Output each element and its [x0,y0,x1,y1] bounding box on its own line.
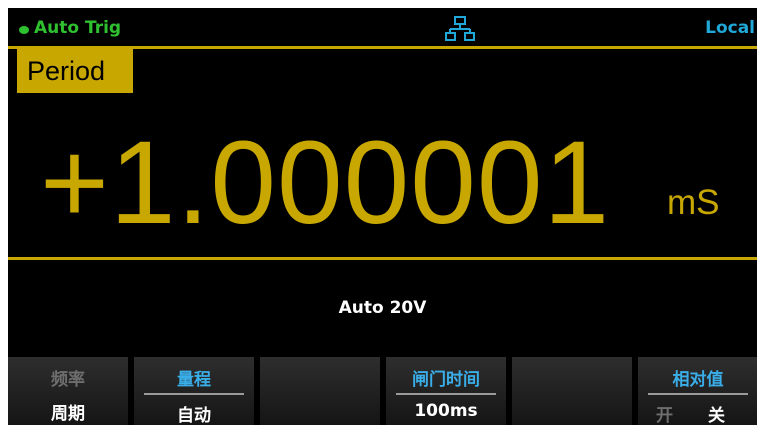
range-info: Auto 20V [338,298,427,318]
softkey-divider [144,393,244,395]
relative-option-on: 开 [656,406,673,425]
softkey-gate-time[interactable]: 闸门时间 100ms [386,357,506,425]
softkey-value: 周期 [51,404,85,424]
softkey-title: 量程 [177,370,211,390]
softkey-relative[interactable]: 相对值 开 关 [638,357,757,425]
instrument-screen: Auto Trig Local Period +1.000001 mS Auto… [8,8,757,425]
softkey-title: 相对值 [672,370,724,390]
softkey-frequency-period[interactable]: 频率 周期 [8,357,128,425]
softkey-value: 100ms [414,401,478,421]
relative-option-off: 关 [708,406,725,425]
softkey-value: 自动 [177,406,211,425]
softkey-divider [396,393,496,395]
network-icon [445,16,475,41]
measurement-unit: mS [667,183,720,222]
softkey-range[interactable]: 量程 自动 [134,357,254,425]
reading-divider [8,257,757,260]
measurement-reading: +1.000001 [40,117,611,249]
softkey-title: 闸门时间 [412,370,480,390]
measurement-function-label: Period [17,49,133,93]
status-bar: Auto Trig Local [8,8,757,46]
remote-state-label: Local [705,18,755,38]
softkey-blank-5[interactable] [512,357,632,425]
trigger-mode-label: Auto Trig [34,18,122,38]
softkey-title: 频率 [51,370,85,390]
softkey-blank-3[interactable] [260,357,380,425]
trigger-indicator-icon [19,26,29,34]
softkey-divider [648,393,748,395]
